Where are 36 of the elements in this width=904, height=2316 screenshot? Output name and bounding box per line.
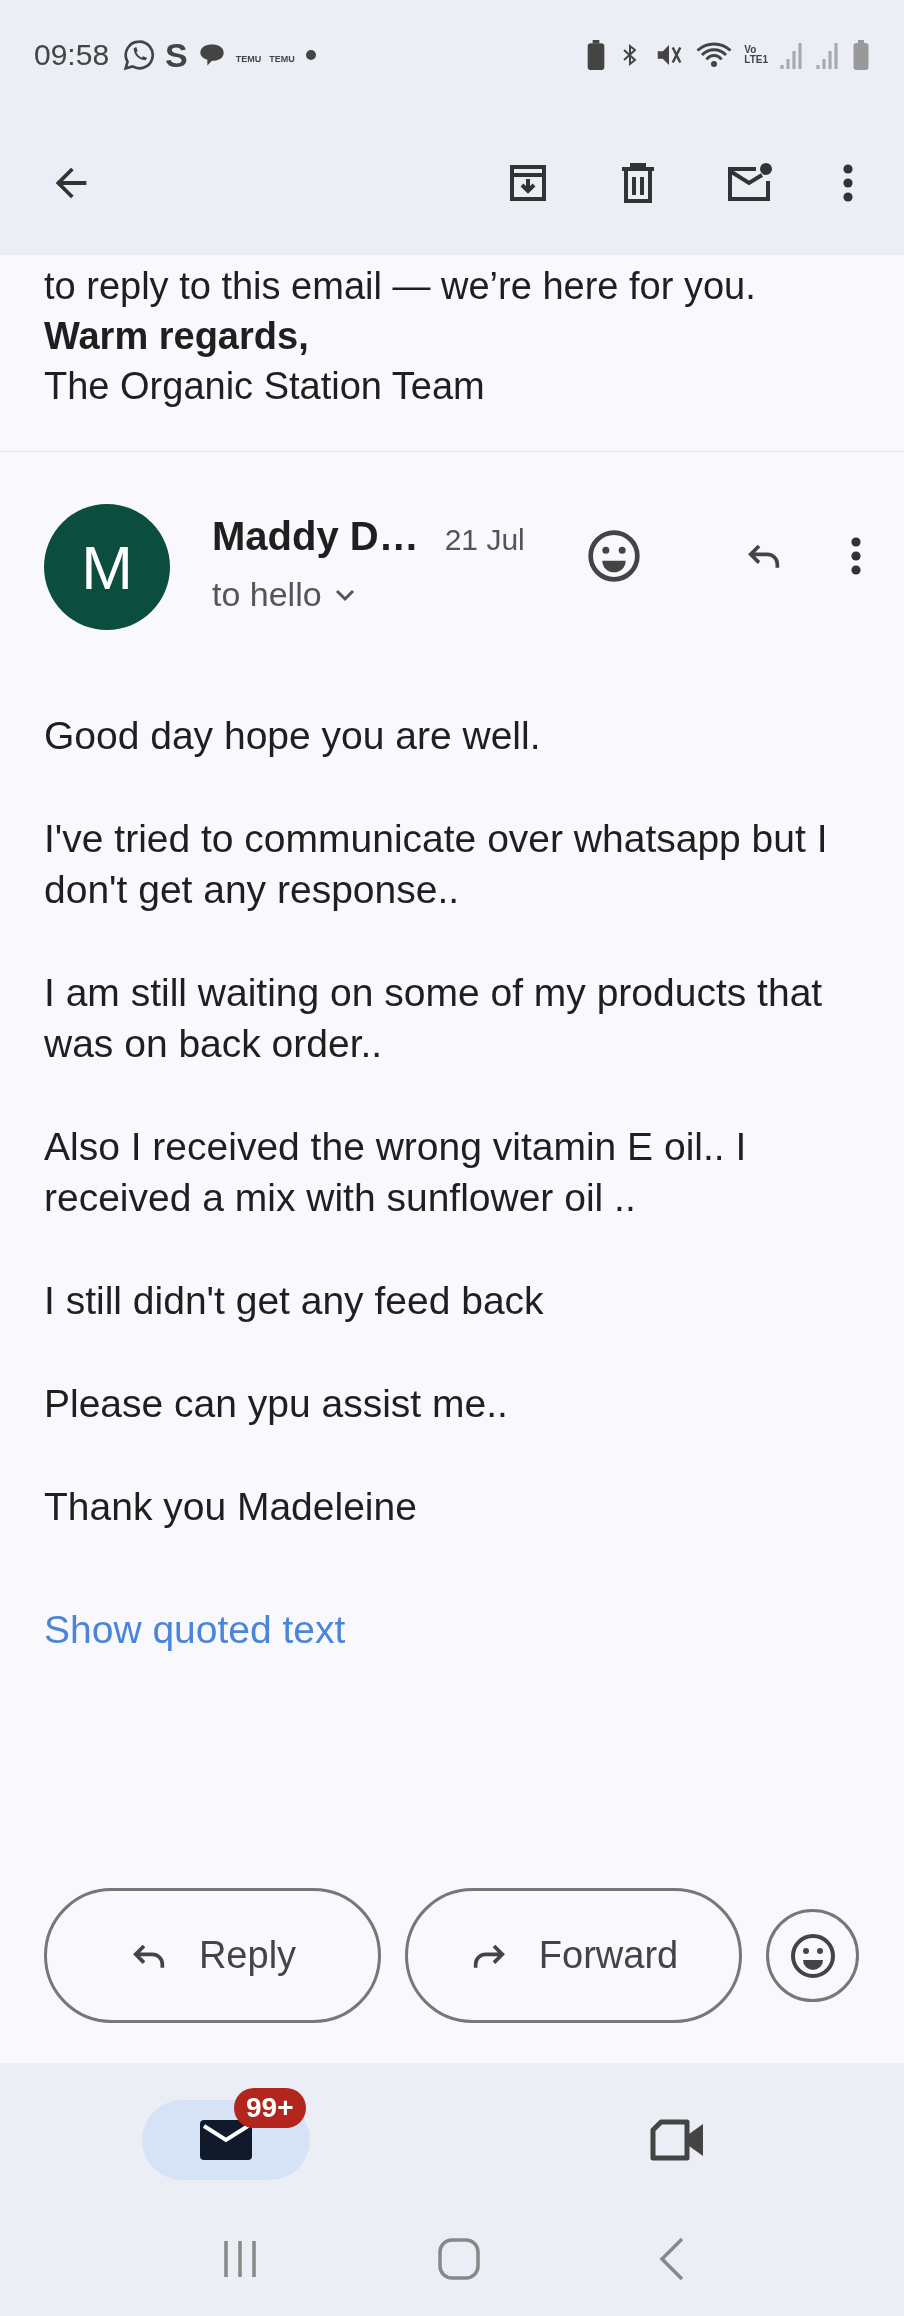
battery-icon	[852, 40, 870, 70]
emoji-button[interactable]	[766, 1909, 859, 2002]
signal-icon	[780, 41, 804, 69]
message-paragraph: I am still waiting on some of my products that was on back order..	[44, 970, 824, 1067]
reply-button[interactable]: Reply	[44, 1888, 381, 2023]
message-paragraph: I still didn't get any feed back	[44, 1278, 545, 1324]
signal-icon	[816, 41, 840, 69]
network-label: Vo	[744, 45, 758, 55]
unread-count-badge: 99+	[234, 2087, 306, 2128]
signature-text: The Organic Station Team	[44, 364, 486, 409]
recipient-toggle[interactable]: to hello	[212, 575, 525, 614]
chevron-down-icon	[333, 587, 356, 602]
message-paragraph: Good day hope you are well.	[44, 713, 542, 759]
message-paragraph: I've tried to communicate over whatsapp but I don't get any response..	[44, 816, 829, 913]
network-label: LTE1	[744, 55, 768, 65]
message-paragraph: Thank you Madeleine	[44, 1484, 418, 1530]
email-text: to reply to this email — we’re here for you.	[44, 264, 757, 309]
message-paragraph: Please can ypu assist me..	[44, 1381, 509, 1427]
app-label: TEMU	[235, 52, 262, 64]
emoji-icon	[788, 1931, 837, 1980]
message-paragraph: Also I received the wrong vitamin E oil.. I received a mix with sunflower oil ..	[44, 1124, 748, 1221]
closing-text: Warm regards,	[44, 314, 310, 359]
home-icon[interactable]	[437, 2237, 481, 2281]
status-time: 09:58	[34, 38, 110, 72]
wifi-icon	[696, 40, 733, 70]
mail-icon	[198, 2117, 254, 2162]
forward-button[interactable]: Forward	[405, 1888, 742, 2023]
app-label: TEMU	[269, 52, 295, 64]
sender-avatar: M	[44, 504, 170, 630]
message-date: 21 Jul	[444, 523, 525, 557]
emoji-icon[interactable]	[586, 528, 642, 584]
app-letter: S	[165, 35, 188, 75]
battery-saver-icon	[586, 40, 607, 70]
sender-name: Maddy D…	[212, 514, 419, 559]
whatsapp-icon	[123, 39, 156, 71]
dot-icon	[304, 49, 317, 61]
